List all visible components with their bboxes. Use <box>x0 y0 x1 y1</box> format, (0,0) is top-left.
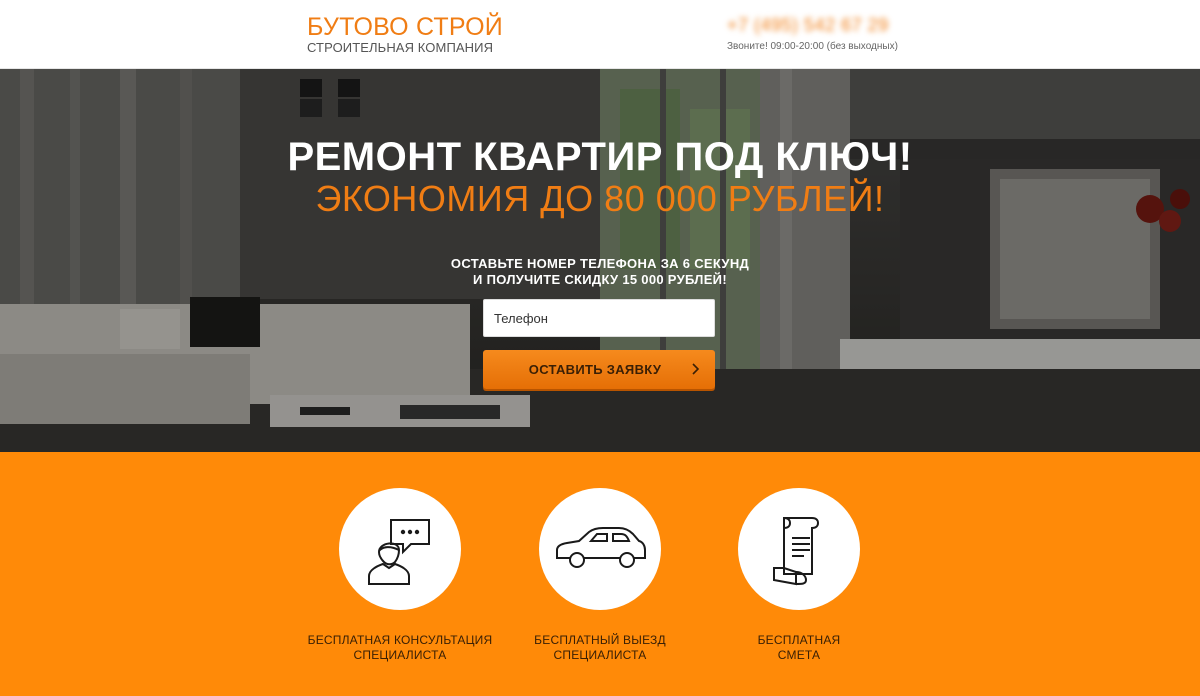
chevron-right-icon <box>692 363 700 375</box>
feature-label: БЕСПЛАТНЫЙ ВЫЕЗД СПЕЦИАЛИСТА <box>490 633 710 663</box>
cta-line-1: ОСТАВЬТЕ НОМЕР ТЕЛЕФОНА ЗА 6 СЕКУНД <box>450 256 750 271</box>
cta-line-2: И ПОЛУЧИТЕ СКИДКУ 15 000 РУБЛЕЙ! <box>473 272 727 287</box>
phone-input[interactable] <box>483 299 715 337</box>
car-icon <box>556 527 646 568</box>
submit-button-label: ОСТАВИТЬ ЗАЯВКУ <box>528 362 662 377</box>
feature-icon-circle <box>339 488 461 610</box>
working-hours: Звоните! 09:00-20:00 (без выходных) <box>727 41 898 52</box>
feature-label-line-1: БЕСПЛАТНЫЙ ВЫЕЗД <box>534 633 666 647</box>
site-header: БУТОВО СТРОЙ СТРОИТЕЛЬНАЯ КОМПАНИЯ +7 (4… <box>0 0 1200 69</box>
feature-icon-circle <box>539 488 661 610</box>
features-section: БЕСПЛАТНАЯ КОНСУЛЬТАЦИЯ СПЕЦИАЛИСТА БЕСП… <box>0 452 1200 696</box>
feature-icon-circle <box>738 488 860 610</box>
feature-label-line-1: БЕСПЛАТНАЯ КОНСУЛЬТАЦИЯ <box>307 633 493 647</box>
hero-cta-text: ОСТАВЬТЕ НОМЕР ТЕЛЕФОНА ЗА 6 СЕКУНД И ПО… <box>0 256 1200 288</box>
consultant-icon <box>368 519 430 585</box>
logo-subtitle: СТРОИТЕЛЬНАЯ КОМПАНИЯ <box>307 40 494 55</box>
hero-section: РЕМОНТ КВАРТИР ПОД КЛЮЧ! ЭКОНОМИЯ ДО 80 … <box>0 69 1200 452</box>
submit-request-button[interactable]: ОСТАВИТЬ ЗАЯВКУ <box>483 350 715 389</box>
document-scroll-icon <box>773 517 820 586</box>
hero-title: РЕМОНТ КВАРТИР ПОД КЛЮЧ! <box>287 135 913 179</box>
logo-name: БУТОВО СТРОЙ <box>307 13 503 41</box>
feature-label-line-2: СМЕТА <box>777 648 821 662</box>
feature-label-line-2: СПЕЦИАЛИСТА <box>553 648 647 662</box>
feature-label: БЕСПЛАТНАЯ СМЕТА <box>689 633 909 663</box>
feature-label-line-2: СПЕЦИАЛИСТА <box>353 648 447 662</box>
logo[interactable]: БУТОВО СТРОЙ СТРОИТЕЛЬНАЯ КОМПАНИЯ <box>307 14 503 55</box>
hero-subtitle: ЭКОНОМИЯ ДО 80 000 РУБЛЕЙ! <box>315 178 885 219</box>
header-contacts: +7 (495) 542 67 29 Звоните! 09:00-20:00 … <box>727 14 898 53</box>
phone-number[interactable]: +7 (495) 542 67 29 <box>727 14 898 36</box>
feature-label: БЕСПЛАТНАЯ КОНСУЛЬТАЦИЯ СПЕЦИАЛИСТА <box>290 633 510 663</box>
feature-label-line-1: БЕСПЛАТНАЯ <box>757 633 841 647</box>
